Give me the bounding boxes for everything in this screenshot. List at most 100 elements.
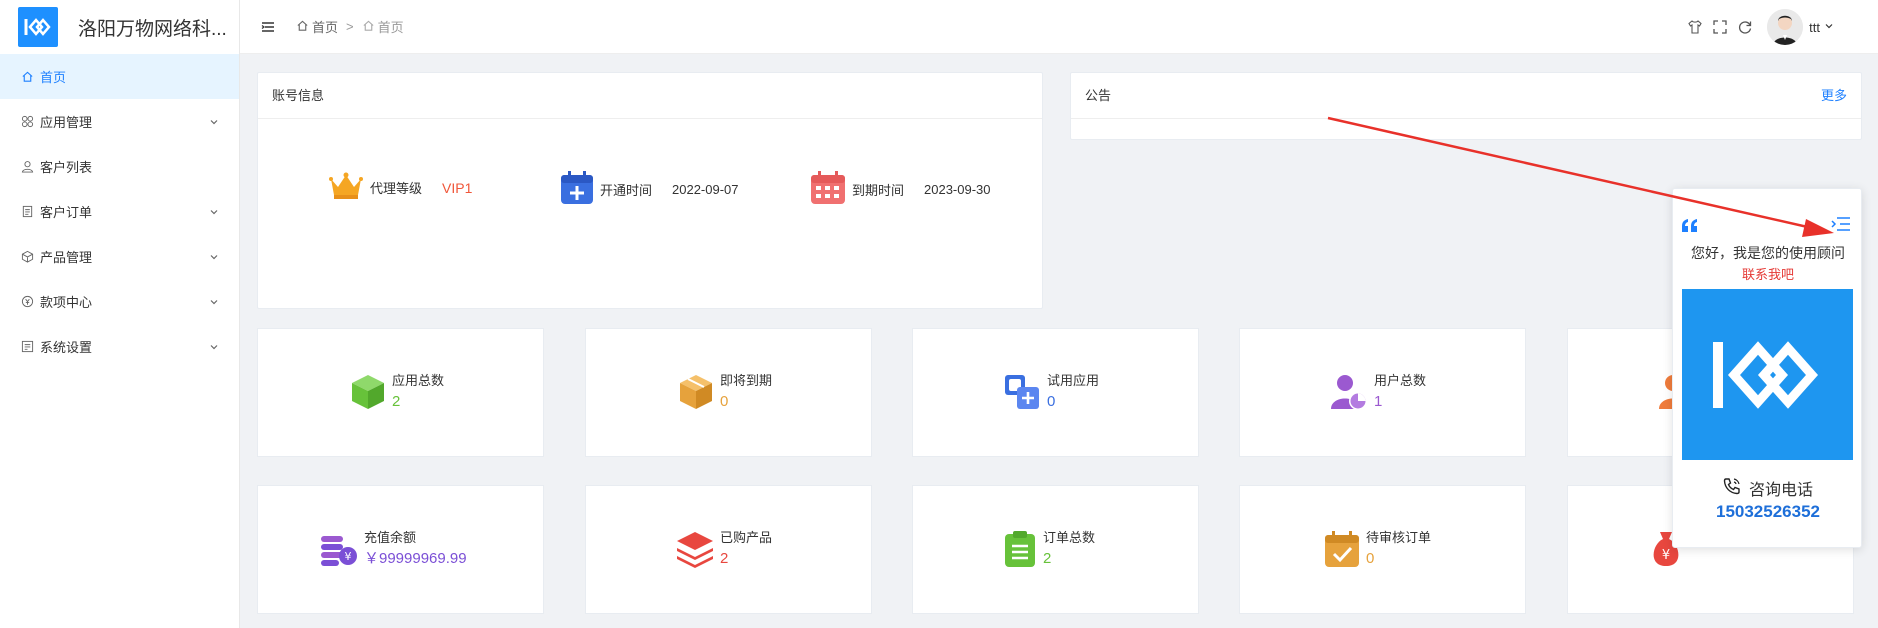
stat-value: 0 — [720, 393, 729, 410]
stat-card-balance[interactable]: ¥ 充值余额 ￥99999969.99 — [257, 485, 544, 614]
stat-label: 即将到期 — [720, 373, 773, 388]
header-tools: ttt — [1678, 0, 1834, 54]
layers-icon — [676, 530, 714, 573]
avatar[interactable] — [1767, 9, 1804, 45]
stat-card-user-total[interactable]: 用户总数 1 — [1239, 328, 1526, 457]
account-info-card: 账号信息 代理等级 VIP1 开通时间 2022-09-07 到期时间 2023… — [257, 72, 1043, 309]
breadcrumb-home[interactable]: 首页 — [296, 17, 338, 36]
open-box-icon — [678, 373, 714, 416]
theme-shirt-icon[interactable] — [1687, 19, 1703, 35]
refresh-icon[interactable] — [1737, 19, 1753, 35]
stat-value: 1 — [1374, 393, 1383, 410]
expire-date-value: 2023-09-30 — [924, 182, 991, 197]
sidebar-item-label: 款项中心 — [40, 295, 93, 310]
sidebar-item-settings[interactable]: 系统设置 — [0, 324, 239, 369]
coins-icon: ¥ — [320, 530, 358, 573]
sidebar-item-label: 客户列表 — [40, 160, 93, 175]
stat-label: 试用应用 — [1047, 373, 1100, 388]
stat-label: 用户总数 — [1374, 373, 1427, 388]
money-icon — [20, 295, 34, 309]
stat-inner: 订单总数 2 — [1003, 530, 1095, 573]
agent-level: 代理等级 VIP1 — [328, 171, 472, 204]
phone-number[interactable]: 15032526352 — [1673, 502, 1863, 522]
stat-inner: 试用应用 0 — [1003, 373, 1099, 416]
svg-text:¥: ¥ — [345, 550, 352, 563]
advisor-panel: 您好，我是您的使用顾问 联系我吧 咨询电话 15032526352 — [1672, 188, 1862, 548]
stat-label: 应用总数 — [392, 373, 445, 388]
sidebar-item-home[interactable]: 首页 — [0, 54, 239, 99]
calendar-icon — [810, 171, 846, 208]
stat-value: 2 — [720, 550, 729, 567]
stat-inner: 即将到期 0 — [678, 373, 772, 416]
home-icon — [362, 19, 375, 35]
stat-card-app-total[interactable]: 应用总数 2 — [257, 328, 544, 457]
chevron-down-icon — [209, 250, 219, 265]
agent-level-value: VIP1 — [442, 179, 473, 196]
sidebar-item-payments[interactable]: 款项中心 — [0, 279, 239, 324]
sidebar-item-label: 系统设置 — [40, 340, 93, 355]
svg-text:¥: ¥ — [1662, 548, 1670, 563]
expire-date: 到期时间 2023-09-30 — [810, 171, 991, 208]
sidebar-item-apps[interactable]: 应用管理 — [0, 99, 239, 144]
fullscreen-icon[interactable] — [1712, 19, 1728, 35]
sidebar: 洛阳万物网络科... 首页 应用管理 客户列表 客户订单 产品管理 款项中心 系… — [0, 0, 240, 628]
stat-inner: 待审核订单 0 — [1324, 530, 1431, 573]
stat-label: 待审核订单 — [1366, 530, 1432, 545]
stat-inner: ¥ 充值余额 ￥99999969.99 — [320, 530, 467, 573]
stat-value: 0 — [1047, 393, 1056, 410]
clipboard-icon — [1003, 530, 1037, 573]
notice-card: 公告 更多 — [1070, 72, 1862, 140]
sidebar-item-label: 首页 — [40, 70, 67, 85]
sidebar-item-orders[interactable]: 客户订单 — [0, 189, 239, 234]
stat-card-trial-apps[interactable]: 试用应用 0 — [912, 328, 1199, 457]
stat-card-pending-orders[interactable]: 待审核订单 0 — [1239, 485, 1526, 614]
breadcrumb-label: 首页 — [377, 20, 404, 35]
stat-inner: 用户总数 1 — [1330, 373, 1426, 416]
stat-inner: 已购产品 2 — [676, 530, 772, 573]
user-icon — [20, 160, 34, 174]
phone-label-text: 咨询电话 — [1748, 482, 1813, 499]
quote-icon — [1681, 219, 1699, 238]
chevron-down-icon — [209, 205, 219, 220]
stat-card-purchased-products[interactable]: 已购产品 2 — [585, 485, 872, 614]
breadcrumb: 首页 > 首页 — [296, 17, 404, 36]
crown-icon — [328, 171, 364, 204]
sidebar-item-customers[interactable]: 客户列表 — [0, 144, 239, 189]
sidebar-item-products[interactable]: 产品管理 — [0, 234, 239, 279]
stat-inner: 应用总数 2 — [350, 373, 444, 416]
apps-icon — [20, 115, 34, 129]
contact-me-link[interactable]: 联系我吧 — [1673, 264, 1863, 283]
collapse-panel-icon[interactable] — [1831, 216, 1851, 237]
menu-toggle-icon[interactable] — [260, 19, 276, 35]
phone-icon — [1723, 477, 1741, 500]
settings-icon — [20, 340, 34, 354]
open-date-value: 2022-09-07 — [672, 182, 739, 197]
cube-icon — [350, 373, 386, 416]
sidebar-item-label: 应用管理 — [40, 115, 93, 130]
app-title: 洛阳万物网络科... — [78, 18, 227, 40]
brand-logo[interactable] — [18, 7, 58, 47]
chevron-down-icon — [209, 340, 219, 355]
more-link[interactable]: 更多 — [1821, 73, 1847, 119]
stat-card-expiring[interactable]: 即将到期 0 — [585, 328, 872, 457]
chevron-down-icon[interactable] — [1824, 18, 1834, 36]
home-icon — [20, 70, 34, 84]
logo-bar: 洛阳万物网络科... — [0, 0, 239, 54]
home-icon — [296, 19, 309, 35]
stat-value: 0 — [1366, 550, 1375, 567]
stat-label: 订单总数 — [1043, 530, 1096, 545]
user-name[interactable]: ttt — [1809, 20, 1820, 35]
stat-value: ￥99999969.99 — [364, 550, 467, 567]
sidebar-item-label: 客户订单 — [40, 205, 93, 220]
phone-label: 咨询电话 — [1673, 476, 1863, 500]
stat-value: 2 — [1043, 550, 1052, 567]
box-icon — [20, 250, 34, 264]
card-title: 账号信息 — [258, 73, 1042, 119]
order-icon — [20, 205, 34, 219]
agent-level-label: 代理等级 — [370, 181, 423, 196]
stat-card-order-total[interactable]: 订单总数 2 — [912, 485, 1199, 614]
open-date-label: 开通时间 — [600, 183, 653, 198]
user-chart-icon — [1330, 373, 1368, 416]
stat-label: 充值余额 — [364, 530, 417, 545]
breadcrumb-separator: > — [346, 19, 354, 34]
